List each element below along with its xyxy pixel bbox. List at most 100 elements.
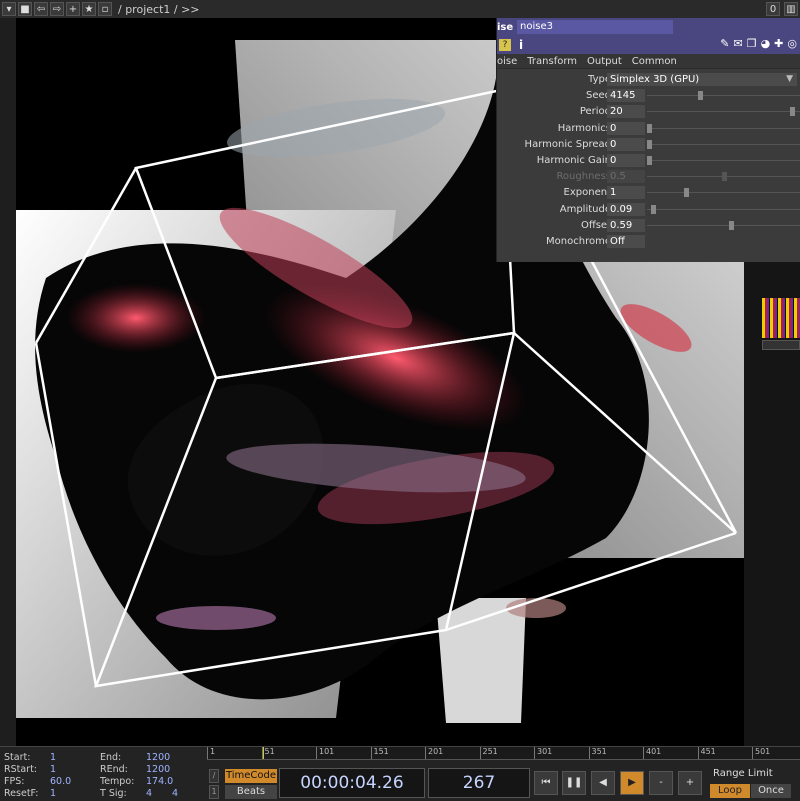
wrench-icon[interactable]: ✎ bbox=[720, 37, 729, 50]
operator-name-field[interactable]: noise3 bbox=[517, 20, 673, 34]
exponent-field[interactable]: 1 bbox=[607, 186, 645, 200]
exponent-slider[interactable] bbox=[647, 188, 800, 198]
ruler-tick: 501 bbox=[752, 747, 770, 759]
end-label: End: bbox=[100, 752, 122, 763]
copy-icon[interactable]: ❐ bbox=[747, 37, 757, 50]
add-icon[interactable]: + bbox=[66, 2, 80, 16]
play-forward-icon[interactable]: ▶ bbox=[620, 771, 644, 795]
tsig-denominator[interactable]: 4 bbox=[172, 788, 178, 799]
tab-noise[interactable]: oise bbox=[497, 56, 517, 67]
network-path[interactable]: / project1 / >> bbox=[118, 3, 200, 16]
timeline-toggle-bottom[interactable]: 1 bbox=[209, 785, 219, 799]
playhead[interactable] bbox=[263, 747, 264, 759]
seed-slider[interactable] bbox=[647, 91, 800, 101]
menu-arrow-icon[interactable]: ▾ bbox=[2, 2, 16, 16]
slider-handle[interactable] bbox=[647, 123, 652, 133]
param-row-roughness: Roughness 0.5 bbox=[497, 169, 800, 185]
timecode-mode-button[interactable]: TimeCode bbox=[225, 769, 277, 783]
param-tabs: oise Transform Output Common bbox=[497, 54, 800, 69]
param-row-harmonics: Harmonics 0 bbox=[497, 121, 800, 137]
fps-value[interactable]: 60.0 bbox=[50, 776, 71, 787]
amplitude-slider[interactable] bbox=[647, 204, 800, 214]
param-list: Type Simplex 3D (GPU) ▼ Seed 4145 Period … bbox=[497, 69, 800, 250]
bookmark-icon[interactable]: ★ bbox=[82, 2, 96, 16]
slider-handle[interactable] bbox=[790, 107, 796, 117]
ruler-tick: 351 bbox=[588, 747, 607, 759]
resetf-value[interactable]: 1 bbox=[50, 788, 56, 799]
param-label: Roughness bbox=[556, 171, 611, 183]
ruler-tick: 1 bbox=[207, 747, 215, 759]
harmonic-spread-field[interactable]: 0 bbox=[607, 137, 645, 151]
parent-icon[interactable]: ▫ bbox=[98, 2, 112, 16]
monochrome-toggle[interactable]: Off bbox=[607, 234, 645, 248]
timeline-ruler[interactable]: 1 51 101 151 201 251 301 351 401 451 501 bbox=[207, 747, 800, 760]
rstart-value[interactable]: 1 bbox=[50, 764, 56, 775]
slider-handle bbox=[721, 172, 727, 182]
harmonics-field[interactable]: 0 bbox=[607, 121, 645, 135]
period-slider[interactable] bbox=[647, 107, 800, 117]
tsig-numerator[interactable]: 4 bbox=[146, 788, 152, 799]
info-icon[interactable]: i bbox=[519, 38, 523, 52]
frame-display[interactable]: 267 bbox=[428, 768, 530, 798]
tab-transform[interactable]: Transform bbox=[527, 56, 577, 67]
timecode-display[interactable]: 00:00:04.26 bbox=[279, 768, 425, 798]
start-value[interactable]: 1 bbox=[50, 752, 56, 763]
help-icon[interactable]: ? bbox=[499, 39, 511, 51]
start-label: Start: bbox=[4, 752, 31, 763]
forward-icon[interactable]: ⇨ bbox=[50, 2, 64, 16]
rend-value[interactable]: 1200 bbox=[146, 764, 170, 775]
once-button[interactable]: Once bbox=[751, 784, 791, 798]
offset-slider[interactable] bbox=[647, 220, 800, 230]
home-icon[interactable]: ■ bbox=[18, 2, 32, 16]
slider-handle[interactable] bbox=[697, 91, 703, 101]
roughness-slider bbox=[647, 172, 800, 182]
param-row-harmonic-spread: Harmonic Spread 0 bbox=[497, 137, 800, 153]
period-field[interactable]: 20 bbox=[607, 105, 645, 119]
amplitude-field[interactable]: 0.09 bbox=[607, 202, 645, 216]
param-row-type: Type Simplex 3D (GPU) ▼ bbox=[497, 72, 800, 88]
target-icon[interactable]: ◎ bbox=[787, 37, 797, 50]
tempo-label: Tempo: bbox=[100, 776, 135, 787]
seed-field[interactable]: 4145 bbox=[607, 89, 645, 103]
tab-common[interactable]: Common bbox=[632, 56, 677, 67]
harmonic-gain-slider[interactable] bbox=[647, 155, 800, 165]
harmonics-slider[interactable] bbox=[647, 123, 800, 133]
rewind-icon[interactable]: ⏮ bbox=[534, 771, 558, 795]
pause-icon[interactable]: ❚❚ bbox=[562, 771, 586, 795]
harmonic-spread-slider[interactable] bbox=[647, 139, 800, 149]
play-reverse-icon[interactable]: ◀ bbox=[591, 771, 615, 795]
param-label: Amplitude bbox=[559, 203, 611, 215]
step-back-icon[interactable]: - bbox=[649, 771, 673, 795]
pane-count[interactable]: 0 bbox=[766, 2, 780, 16]
back-icon[interactable]: ⇦ bbox=[34, 2, 48, 16]
harmonic-gain-field[interactable]: 0 bbox=[607, 153, 645, 167]
step-forward-icon[interactable]: + bbox=[678, 771, 702, 795]
split-pane-icon[interactable]: ▥ bbox=[784, 2, 798, 16]
operator-thumbnail[interactable] bbox=[762, 298, 800, 338]
param-icon-bar: ? i ✎ ✉ ❐ ◕ ✚ ◎ bbox=[497, 36, 800, 54]
tab-output[interactable]: Output bbox=[587, 56, 622, 67]
end-value[interactable]: 1200 bbox=[146, 752, 170, 763]
loop-button[interactable]: Loop bbox=[710, 784, 750, 798]
param-row-offset: Offset 0.59 bbox=[497, 218, 800, 234]
slider-handle[interactable] bbox=[684, 188, 690, 198]
timeline-toggle-top[interactable]: / bbox=[209, 769, 219, 783]
ruler-tick: 301 bbox=[534, 747, 552, 759]
chevron-down-icon: ▼ bbox=[786, 74, 793, 84]
slider-handle[interactable] bbox=[728, 220, 734, 230]
python-icon[interactable]: ◕ bbox=[761, 37, 771, 50]
rend-label: REnd: bbox=[100, 764, 128, 775]
param-row-period: Period 20 bbox=[497, 104, 800, 120]
slider-handle[interactable] bbox=[647, 155, 652, 165]
timeline-bar: Start: 1 RStart: 1 FPS: 60.0 ResetF: 1 End: 1… bbox=[0, 746, 800, 801]
slider-handle[interactable] bbox=[647, 139, 652, 149]
ruler-tick: 451 bbox=[697, 747, 716, 759]
beats-mode-button[interactable]: Beats bbox=[225, 785, 277, 799]
tempo-value[interactable]: 174.0 bbox=[146, 776, 173, 787]
slider-handle[interactable] bbox=[651, 204, 657, 214]
offset-field[interactable]: 0.59 bbox=[607, 218, 645, 232]
type-menu[interactable]: Simplex 3D (GPU) ▼ bbox=[607, 73, 797, 86]
comment-icon[interactable]: ✉ bbox=[733, 37, 742, 50]
plus-icon[interactable]: ✚ bbox=[774, 37, 783, 50]
ruler-tick: 151 bbox=[370, 747, 389, 759]
